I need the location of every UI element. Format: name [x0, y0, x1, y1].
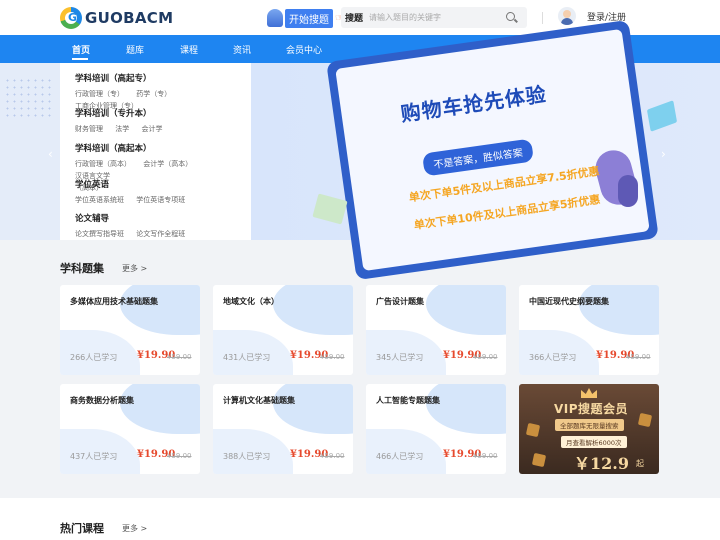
card-learners: 345人已学习 [376, 353, 424, 362]
card-learners: 431人已学习 [223, 353, 271, 362]
nav-question-bank[interactable]: 题库 [126, 43, 144, 56]
vip-price-unit: 起 [636, 459, 644, 468]
search-box: 搜题 [341, 7, 527, 28]
more-subjects-link[interactable]: 更多 > [122, 263, 147, 274]
card-learners: 466人已学习 [376, 452, 424, 461]
card-title: 计算机文化基础题集 [223, 396, 295, 405]
logo-text: GUOBACM [85, 9, 174, 27]
card-original-price: ¥59.00 [626, 353, 651, 361]
category-link[interactable]: 财务管理 [75, 125, 103, 133]
category-link[interactable]: 行政管理（专） [75, 90, 124, 98]
category-link[interactable]: 会计学 [141, 125, 162, 133]
card-title: 广告设计题集 [376, 297, 424, 306]
header-divider [542, 12, 543, 24]
question-set-card[interactable]: 广告设计题集 345人已学习 ¥19.90 ¥59.00 [366, 285, 506, 375]
card-learners: 366人已学习 [529, 353, 577, 362]
nav-active-indicator [72, 58, 88, 60]
category-group: 学位英语 学位英语系统班 学位英语专项班 [75, 178, 195, 206]
card-original-price: ¥59.00 [473, 353, 498, 361]
category-link[interactable]: 法学 [115, 125, 129, 133]
question-set-card[interactable]: 地域文化（本） 431人已学习 ¥19.90 ¥59.00 [213, 285, 353, 375]
card-original-price: ¥59.00 [320, 353, 345, 361]
card-original-price: ¥59.00 [167, 353, 192, 361]
nav-home[interactable]: 首页 [72, 43, 90, 56]
question-set-card[interactable]: 中国近现代史纲要题集 366人已学习 ¥19.90 ¥59.00 [519, 285, 659, 375]
category-link[interactable]: 行政管理（高本） [75, 160, 131, 168]
start-search-label: 开始搜题 [285, 8, 333, 28]
category-link[interactable]: 学位英语系统班 [75, 196, 124, 204]
category-group: 学科培训（专升本） 财务管理 法学 会计学 [75, 107, 172, 135]
category-title[interactable]: 学科培训（专升本） [75, 107, 172, 119]
card-original-price: ¥59.00 [167, 452, 192, 460]
vip-title: VIP搜题会员 [554, 402, 629, 416]
card-title: 商务数据分析题集 [70, 396, 134, 405]
card-title: 中国近现代史纲要题集 [529, 297, 609, 306]
decorative-dots [4, 77, 54, 117]
category-title[interactable]: 学位英语 [75, 178, 195, 190]
card-learners: 437人已学习 [70, 452, 118, 461]
vip-badge: 全部题库无限量搜索 [555, 419, 624, 431]
site-logo[interactable]: G GUOBACM [60, 7, 173, 29]
category-title[interactable]: 学科培训（高起专） [75, 72, 251, 84]
hot-courses-section [0, 498, 720, 540]
category-menu: 学科培训（高起专） 行政管理（专） 药学（专） 工商企业管理（专） 学科培训（专… [60, 63, 251, 240]
card-original-price: ¥59.00 [473, 452, 498, 460]
card-title: 多媒体应用技术基础题集 [70, 297, 158, 306]
section-title-hot-courses: 热门课程 [60, 522, 104, 535]
section-title-subjects: 学科题集 [60, 262, 104, 275]
category-link[interactable]: 论文撰写指导班 [75, 230, 124, 238]
nav-member-center[interactable]: 会员中心 [286, 43, 322, 56]
vip-price: ￥12.9 [574, 454, 629, 473]
avatar[interactable] [558, 7, 576, 25]
nav-news[interactable]: 资讯 [233, 43, 251, 56]
search-icon[interactable] [506, 12, 515, 21]
search-type-label[interactable]: 搜题 [341, 11, 369, 24]
logo-icon: G [60, 7, 82, 29]
card-learners: 266人已学习 [70, 353, 118, 362]
question-set-card[interactable]: 计算机文化基础题集 388人已学习 ¥19.90 ¥59.00 [213, 384, 353, 474]
search-input[interactable] [369, 13, 490, 22]
banner-prev-arrow[interactable]: ‹ [48, 147, 53, 161]
category-title[interactable]: 学科培训（高起本） [75, 142, 245, 154]
card-title: 人工智能专题题集 [376, 396, 440, 405]
category-group: 学科培训（高起专） 行政管理（专） 药学（专） 工商企业管理（专） [75, 72, 251, 112]
more-courses-link[interactable]: 更多 > [122, 523, 147, 534]
card-original-price: ¥59.00 [320, 452, 345, 460]
category-link[interactable]: 会计学（高本） [143, 160, 192, 168]
category-title[interactable]: 论文辅导 [75, 212, 195, 224]
card-learners: 388人已学习 [223, 452, 271, 461]
nav-courses[interactable]: 课程 [180, 43, 198, 56]
card-title: 地域文化（本） [223, 297, 279, 306]
category-link[interactable]: 药学（专） [136, 90, 171, 98]
start-search-button[interactable]: 开始搜题 ☞ [267, 8, 344, 28]
crown-icon [581, 388, 597, 398]
category-group: 论文辅导 论文撰写指导班 论文写作全程班 [75, 212, 195, 240]
category-link[interactable]: 论文写作全程班 [136, 230, 185, 238]
question-set-card[interactable]: 多媒体应用技术基础题集 266人已学习 ¥19.90 ¥59.00 [60, 285, 200, 375]
tree-decoration [618, 175, 638, 207]
mascot-icon [267, 9, 283, 27]
category-link[interactable]: 学位英语专项班 [136, 196, 185, 204]
banner-next-arrow[interactable]: › [661, 147, 666, 161]
vip-subtitle: 月查看解析6000次 [561, 436, 627, 448]
vip-membership-card[interactable]: VIP搜题会员 全部题库无限量搜索 月查看解析6000次 ￥12.9 起 [519, 384, 659, 474]
question-set-card[interactable]: 人工智能专题题集 466人已学习 ¥19.90 ¥59.00 [366, 384, 506, 474]
question-set-card[interactable]: 商务数据分析题集 437人已学习 ¥19.90 ¥59.00 [60, 384, 200, 474]
